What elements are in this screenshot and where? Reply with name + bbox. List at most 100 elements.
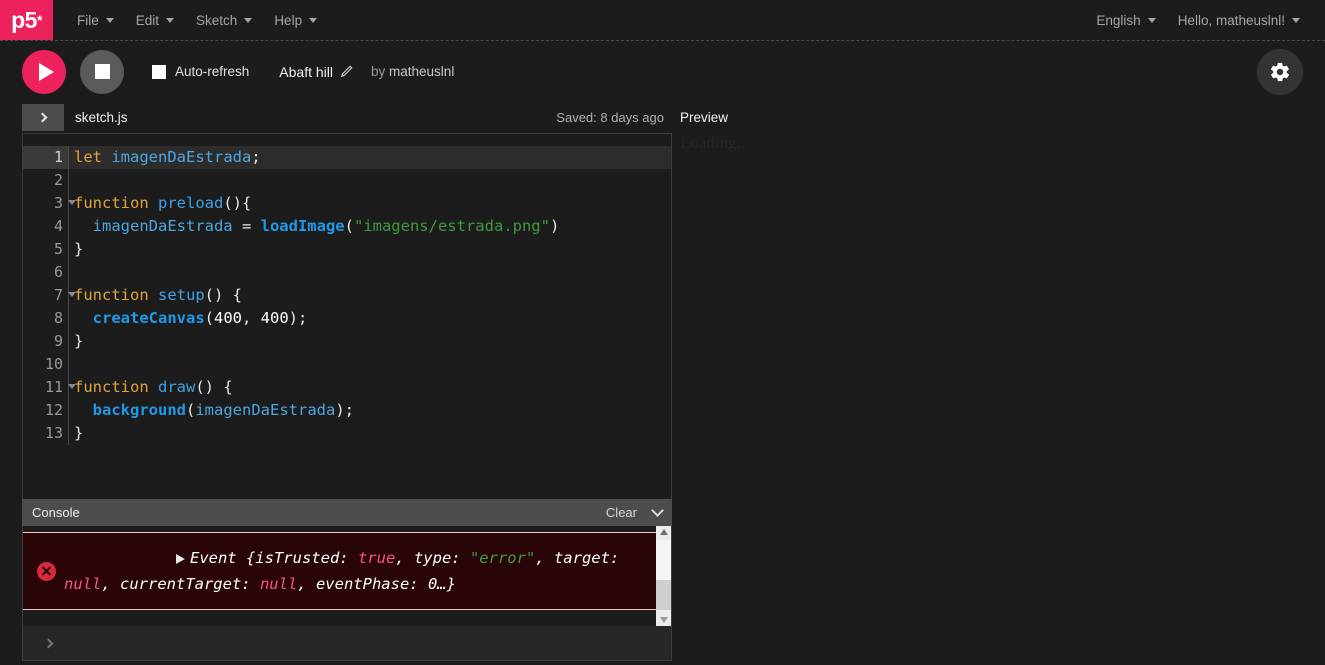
menu-edit[interactable]: Edit: [125, 0, 185, 40]
saved-status: Saved: 8 days ago: [556, 110, 664, 125]
console-scrollbar[interactable]: [656, 526, 671, 626]
code-line[interactable]: 9}: [23, 330, 671, 353]
code-line[interactable]: 2: [23, 169, 671, 192]
chevron-down-icon: [244, 17, 253, 23]
code-editor[interactable]: 1 let imagenDaEstrada; 2 3 function preload(…: [22, 133, 672, 499]
menu-file[interactable]: File: [66, 0, 125, 40]
line-number: 8: [23, 307, 69, 330]
console-text-segment: , eventPhase: 0…}: [297, 575, 456, 593]
scrollbar-track[interactable]: [656, 580, 671, 610]
line-number: 3: [23, 192, 76, 215]
play-icon: [38, 62, 54, 81]
gear-icon: [1270, 62, 1289, 81]
menu-edit-label: Edit: [135, 12, 160, 28]
preview-label: Preview: [680, 110, 729, 125]
code-line[interactable]: 4 imagenDaEstrada = loadImage("imagens/e…: [23, 215, 671, 238]
preview-loading-text: Loading...: [680, 133, 750, 152]
fold-triangle-icon[interactable]: [68, 384, 76, 389]
console-text-segment: , currentTarget:: [101, 575, 260, 593]
top-navigation-bar: p5 * File Edit Sketch Help English Hello…: [0, 0, 1325, 41]
chevron-down-icon: [166, 17, 175, 23]
error-icon: [37, 561, 56, 581]
active-file-name[interactable]: sketch.js: [75, 110, 128, 125]
editor-column: sketch.js Saved: 8 days ago 1 let imagenD…: [22, 102, 672, 661]
stop-button[interactable]: [80, 49, 124, 94]
code-line-text: function setup() {: [74, 286, 242, 304]
chevron-down-icon[interactable]: [651, 503, 664, 517]
stop-icon: [94, 64, 110, 79]
p5-logo[interactable]: p5 *: [0, 0, 53, 40]
language-label: English: [1096, 12, 1141, 28]
scroll-down-icon[interactable]: [659, 617, 668, 623]
code-line[interactable]: 8 createCanvas(400, 400);: [23, 307, 671, 330]
account-menu[interactable]: Hello, matheuslnl!: [1167, 0, 1311, 40]
expand-triangle-icon[interactable]: [175, 553, 185, 564]
fold-triangle-icon[interactable]: [68, 292, 76, 297]
console-text-segment: true: [357, 549, 396, 567]
code-line[interactable]: 5}: [23, 238, 671, 261]
console-input-row[interactable]: [22, 626, 672, 661]
p5-logo-star: *: [36, 12, 42, 28]
file-header: sketch.js Saved: 8 days ago: [22, 102, 672, 133]
sketch-name-group[interactable]: Abaft hill: [279, 64, 353, 80]
editor-top-padding: [23, 134, 671, 146]
language-selector[interactable]: English: [1085, 0, 1166, 40]
author-name[interactable]: matheuslnl: [389, 64, 454, 79]
code-line-text: }: [74, 424, 84, 442]
account-greeting: Hello, matheuslnl!: [1177, 12, 1285, 28]
prompt-chevron-icon: [43, 638, 54, 648]
line-number: 13: [23, 422, 69, 445]
sidebar-toggle-button[interactable]: [22, 104, 64, 131]
line-number: 11: [23, 376, 76, 399]
console-body[interactable]: Event {isTrusted: true, type: "error", t…: [22, 526, 672, 626]
code-line-text: createCanvas(400, 400);: [92, 309, 308, 327]
preview-pane[interactable]: Loading...: [672, 133, 1325, 661]
line-number: 9: [23, 330, 69, 353]
chevron-right-icon: [37, 112, 47, 123]
settings-button[interactable]: [1257, 48, 1303, 95]
code-line-text: }: [74, 332, 84, 350]
main-content: sketch.js Saved: 8 days ago 1 let imagenD…: [0, 102, 1325, 661]
line-number: 6: [23, 261, 69, 284]
console-text-segment: "error": [469, 549, 536, 567]
console-error-text: Event {isTrusted: true, type: "error", t…: [64, 519, 639, 623]
code-line[interactable]: 1 let imagenDaEstrada;: [23, 146, 671, 169]
code-line[interactable]: 3 function preload(){: [23, 192, 671, 215]
menu-sketch-label: Sketch: [196, 12, 238, 28]
sketch-name[interactable]: Abaft hill: [279, 64, 333, 80]
code-line[interactable]: 12 background(imagenDaEstrada);: [23, 399, 671, 422]
console-text-segment: , target:: [535, 549, 629, 567]
code-line[interactable]: 6: [23, 261, 671, 284]
console-error-message: Event {isTrusted: true, type: "error", t…: [23, 532, 671, 610]
p5-web-editor: p5 * File Edit Sketch Help English Hello…: [0, 0, 1325, 665]
pencil-icon[interactable]: [340, 65, 353, 78]
code-lines[interactable]: 1 let imagenDaEstrada; 2 3 function preload(…: [23, 146, 671, 445]
console-text-segment: , type:: [395, 549, 470, 567]
code-line-text: }: [74, 240, 84, 258]
fold-triangle-icon[interactable]: [68, 200, 76, 205]
code-line[interactable]: 11 function draw() {: [23, 376, 671, 399]
line-number: 1: [23, 146, 69, 169]
author-byline: by matheuslnl: [371, 64, 454, 79]
code-line[interactable]: 13}: [23, 422, 671, 445]
left-margin: [0, 102, 22, 661]
auto-refresh-checkbox[interactable]: [152, 64, 166, 79]
line-number: 10: [23, 353, 69, 376]
code-line-text: function draw() {: [74, 378, 233, 396]
play-button[interactable]: [22, 49, 66, 94]
console-clear-button[interactable]: Clear: [606, 505, 637, 520]
by-prefix: by: [371, 64, 386, 79]
auto-refresh-toggle[interactable]: Auto-refresh: [152, 64, 249, 79]
code-line[interactable]: 10: [23, 353, 671, 376]
console-text-segment: Event {isTrusted:: [189, 549, 358, 567]
scroll-up-icon[interactable]: [659, 529, 668, 535]
console-title: Console: [32, 505, 80, 520]
scrollbar-thumb[interactable]: [656, 540, 671, 580]
menu-file-label: File: [77, 12, 99, 28]
menu-help[interactable]: Help: [263, 0, 328, 40]
console-text-segment: null: [259, 575, 298, 593]
auto-refresh-label: Auto-refresh: [175, 64, 250, 79]
menu-sketch[interactable]: Sketch: [185, 0, 263, 40]
chevron-down-icon: [105, 17, 114, 23]
code-line[interactable]: 7 function setup() {: [23, 284, 671, 307]
